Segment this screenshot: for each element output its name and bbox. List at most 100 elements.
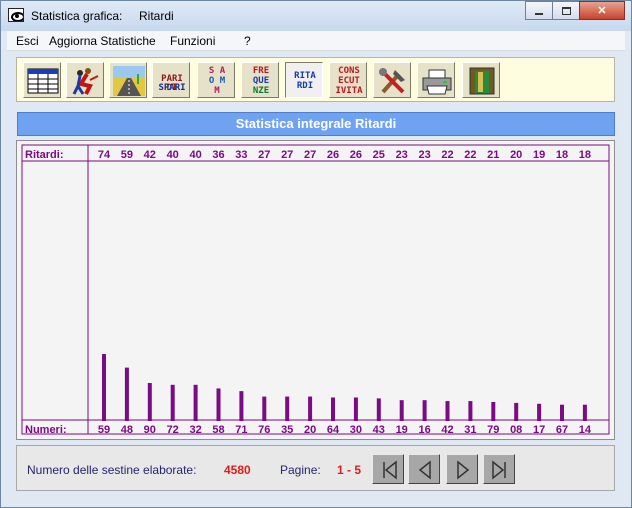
pagine-label: Pagine: [280, 463, 321, 477]
table-button[interactable] [23, 62, 61, 98]
numero-label: 31 [464, 424, 476, 436]
tools-button[interactable] [373, 62, 411, 98]
printer-icon [422, 69, 452, 95]
somme-label-1: S A [208, 66, 226, 76]
bar [239, 391, 244, 421]
ritardi-chart: Ritardi: Numeri: 74 59 59 48 42 90 40 72 40 32 36 58 3… [21, 144, 610, 436]
numero-label: 64 [327, 424, 340, 436]
next-page-icon [457, 460, 470, 480]
app-window: Statistica grafica: Ritardi ✕ Esci Aggio… [0, 0, 632, 508]
menu-help[interactable]: ? [244, 34, 251, 48]
ritardi-row-label: Ritardi: [25, 149, 64, 161]
bar [422, 400, 427, 421]
menu-bar: Esci Aggiorna Statistiche Funzioni ? [7, 31, 625, 51]
last-page-button[interactable] [483, 454, 515, 484]
ritardo-value-label: 21 [487, 149, 499, 161]
frequenze-button[interactable]: FRE QUE NZE [241, 62, 279, 98]
numero-label: 90 [144, 424, 156, 436]
minimize-button[interactable] [525, 1, 553, 20]
bar [399, 400, 404, 421]
numero-label: 14 [579, 424, 592, 436]
ritardo-value-label: 18 [556, 149, 568, 161]
sestine-value: 4580 [224, 463, 251, 477]
consecutivita-button[interactable]: CONS ECUT IVITA [329, 62, 367, 98]
bar [468, 401, 473, 421]
minimize-icon [535, 12, 543, 15]
numero-label: 67 [556, 424, 568, 436]
numero-label: 32 [189, 424, 201, 436]
menu-aggiorna-statistiche[interactable]: Aggiorna Statistiche [49, 34, 156, 48]
bar [102, 354, 106, 421]
ritardo-value-label: 59 [121, 149, 133, 161]
road-icon [113, 66, 145, 96]
ritardo-value-label: 26 [350, 149, 362, 161]
somme-label-3: M [214, 86, 220, 96]
bar [353, 397, 358, 421]
bar [124, 367, 129, 421]
ritardo-value-label: 26 [327, 149, 339, 161]
frequenze-label-2: QUE [252, 76, 270, 86]
ritardo-value-label: 36 [212, 149, 224, 161]
ritardo-value-label: 22 [441, 149, 453, 161]
chart-frame [21, 144, 610, 435]
app-eye-icon[interactable] [8, 8, 24, 22]
dancers-icon [72, 68, 99, 95]
dancers-button[interactable] [66, 62, 104, 98]
pagine-value: 1 - 5 [337, 463, 362, 477]
ritardo-value-label: 18 [579, 149, 591, 161]
numero-label: 16 [418, 424, 430, 436]
title-bar[interactable]: Statistica grafica: Ritardi ✕ [1, 1, 631, 31]
maximize-button[interactable] [552, 1, 580, 20]
close-button[interactable]: ✕ [579, 1, 625, 20]
numero-label: 17 [533, 424, 545, 436]
numero-label: 30 [350, 424, 362, 436]
printer-button[interactable] [417, 62, 455, 98]
numero-label: 71 [235, 424, 247, 436]
bar [537, 403, 542, 421]
pari-dispari-button[interactable]: PARI DI SPARI [152, 62, 190, 98]
ritardo-value-label: 27 [304, 149, 316, 161]
numero-label: 42 [441, 424, 453, 436]
exit-button[interactable] [462, 62, 500, 98]
exit-door-icon [469, 67, 495, 95]
close-icon: ✕ [597, 5, 607, 17]
pari-dispari-label-2: SPARI [158, 83, 186, 93]
menu-esci[interactable]: Esci [16, 34, 39, 48]
prev-page-button[interactable] [408, 454, 440, 484]
window-subtitle: Ritardi [139, 9, 174, 23]
numero-label: 48 [121, 424, 133, 436]
first-page-button[interactable] [372, 454, 404, 484]
ritardi-button[interactable]: RITA RDI [285, 62, 323, 98]
next-page-button[interactable] [446, 454, 478, 484]
menu-funzioni[interactable]: Funzioni [170, 34, 215, 48]
numero-label: 20 [304, 424, 316, 436]
road-button[interactable] [109, 62, 147, 98]
numero-label: 35 [281, 424, 293, 436]
ritardo-value-label: 27 [258, 149, 270, 161]
numero-label: 59 [98, 424, 110, 436]
ritardo-value-label: 40 [167, 149, 179, 161]
somme-label-2: O M [208, 76, 226, 86]
numero-label: 79 [487, 424, 499, 436]
bar [170, 384, 175, 421]
bar [262, 396, 267, 421]
ritardo-value-label: 74 [98, 149, 111, 161]
bar [514, 402, 519, 421]
ritardo-value-label: 27 [281, 149, 293, 161]
bar [331, 397, 335, 421]
sestine-label: Numero delle sestine elaborate: [27, 463, 197, 477]
numero-label: 08 [510, 424, 522, 436]
numero-label: 76 [258, 424, 270, 436]
bar [445, 401, 450, 421]
numero-label: 72 [167, 424, 179, 436]
numeri-row-label: Numeri: [25, 424, 67, 436]
consecutivita-label-2: ECUT [338, 76, 360, 86]
bar [376, 398, 381, 421]
ritardo-value-label: 19 [533, 149, 545, 161]
bar [193, 384, 198, 421]
bar [560, 404, 564, 421]
somme-button[interactable]: S A O M M [197, 62, 235, 98]
ritardo-value-label: 25 [373, 149, 385, 161]
ritardo-value-label: 23 [396, 149, 408, 161]
toolbar: PARI DI SPARI S A O M M FRE QUE NZE RITA… [16, 57, 615, 102]
